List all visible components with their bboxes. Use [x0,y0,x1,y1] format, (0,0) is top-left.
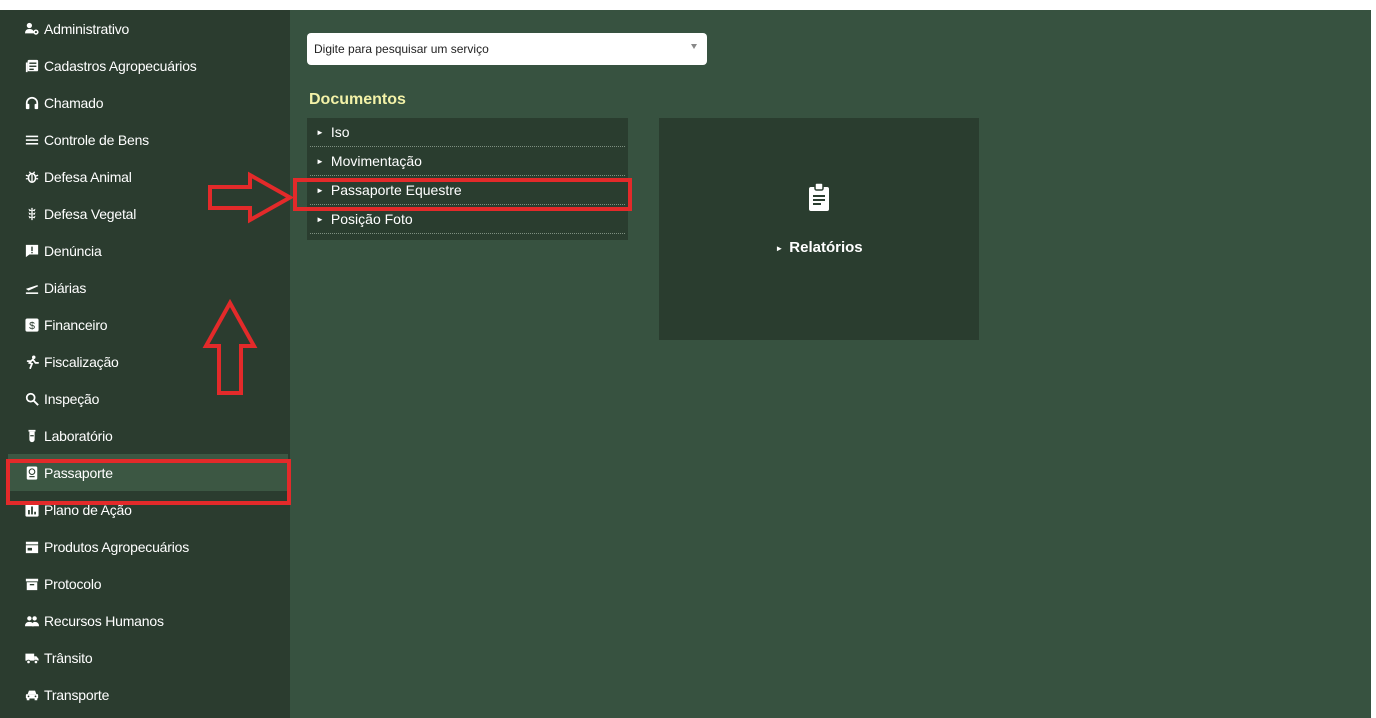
chart-icon [25,502,39,517]
sidebar-item-diarias[interactable]: Diárias [8,269,288,306]
document-item-label: Passaporte Equestre [330,182,462,198]
sidebar-item-label: Financeiro [44,316,108,333]
document-item-iso[interactable]: ► Iso [310,118,625,147]
sidebar-item-cadastros-agropecuarios[interactable]: Cadastros Agropecuários [8,47,288,84]
passport-icon [25,465,39,480]
sidebar-item-label: Protocolo [44,575,102,592]
triangle-right-icon: ► [316,156,324,166]
sidebar-item-defesa-animal[interactable]: Defesa Animal [8,158,288,195]
list-icon [25,133,39,147]
triangle-right-icon: ► [316,214,324,224]
sidebar-item-label: Chamado [44,94,104,111]
sidebar-item-controle-de-bens[interactable]: Controle de Bens [8,121,288,158]
sidebar-item-defesa-vegetal[interactable]: Defesa Vegetal [8,195,288,232]
wheat-icon [25,207,39,221]
triangle-right-icon: ► [775,243,784,253]
sidebar-item-label: Administrativo [44,20,130,37]
sidebar-item-label: Laboratório [44,427,113,444]
sidebar-item-label: Transporte [44,686,110,703]
sidebar-item-inspecao[interactable]: Inspeção [8,380,288,417]
sidebar-item-label: Inspeção [44,390,100,407]
truck-icon [25,651,39,665]
sidebar-item-label: Denúncia [44,242,102,259]
section-title: Documentos [309,91,406,108]
group-icon [25,614,39,628]
bug-icon [25,170,39,184]
sidebar-item-label: Plano de Ação [44,501,132,518]
sidebar-item-fiscalizacao[interactable]: Fiscalização [8,343,288,380]
sidebar-item-label: Defesa Vegetal [44,205,137,222]
main-content: Digite para pesquisar um serviço Documen… [290,10,1371,718]
sidebar-item-laboratorio[interactable]: Laboratório [8,417,288,454]
sidebar-item-label: Trânsito [44,649,93,666]
sidebar: Administrativo Cadastros Agropecuários C… [0,10,290,718]
sidebar-item-financeiro[interactable]: $ Financeiro [8,306,288,343]
headset-icon [25,96,39,110]
report-icon [25,244,39,258]
app-window: Administrativo Cadastros Agropecuários C… [0,10,1371,718]
sidebar-item-passaporte[interactable]: Passaporte [8,454,288,491]
sidebar-item-transito[interactable]: Trânsito [8,639,288,676]
reports-card-label-wrap: ► Relatórios [659,239,979,256]
sidebar-item-label: Cadastros Agropecuários [44,57,197,74]
document-item-posicao-foto[interactable]: ► Posição Foto [310,205,625,234]
plane-icon [25,281,39,295]
search-icon [25,392,39,406]
car-icon [25,688,39,702]
store-icon [25,540,39,554]
sidebar-item-transporte[interactable]: Transporte [8,676,288,713]
document-item-passaporte-equestre[interactable]: ► Passaporte Equestre [310,176,625,205]
sidebar-item-administrativo[interactable]: Administrativo [8,10,288,47]
document-list: ► Iso ► Movimentação ► Passaporte Equest… [307,118,628,240]
sidebar-item-denuncia[interactable]: Denúncia [8,232,288,269]
clipboard-icon [809,183,829,211]
svg-text:$: $ [29,319,35,331]
sidebar-item-produtos-agropecuarios[interactable]: Produtos Agropecuários [8,528,288,565]
reports-card-label: Relatórios [789,239,863,256]
sidebar-item-label: Fiscalização [44,353,119,370]
reports-card[interactable]: ► Relatórios [659,118,979,340]
sidebar-item-label: Controle de Bens [44,131,149,148]
test-tube-icon [25,429,39,443]
triangle-right-icon: ► [316,185,324,195]
inspector-icon [25,354,39,369]
sidebar-item-plano-de-acao[interactable]: Plano de Ação [8,491,288,528]
search-placeholder: Digite para pesquisar um serviço [314,42,489,56]
document-item-label: Posição Foto [330,211,413,227]
sidebar-item-protocolo[interactable]: Protocolo [8,565,288,602]
document-item-movimentacao[interactable]: ► Movimentação [310,147,625,176]
users-cog-icon [25,22,39,36]
document-item-label: Movimentação [330,153,422,169]
sidebar-item-label: Passaporte [44,464,113,481]
sidebar-item-label: Defesa Animal [44,168,132,185]
service-search-select[interactable]: Digite para pesquisar um serviço [307,33,707,65]
chevron-down-icon[interactable] [691,44,697,49]
sidebar-item-label: Produtos Agropecuários [44,538,190,555]
archive-icon [25,577,39,591]
sidebar-item-recursos-humanos[interactable]: Recursos Humanos [8,602,288,639]
sidebar-item-label: Diárias [44,279,87,296]
dollar-icon: $ [25,317,39,332]
list-card-icon [25,59,39,73]
sidebar-item-label: Recursos Humanos [44,612,164,629]
document-item-label: Iso [330,124,350,140]
sidebar-item-chamado[interactable]: Chamado [8,84,288,121]
triangle-right-icon: ► [316,127,324,137]
